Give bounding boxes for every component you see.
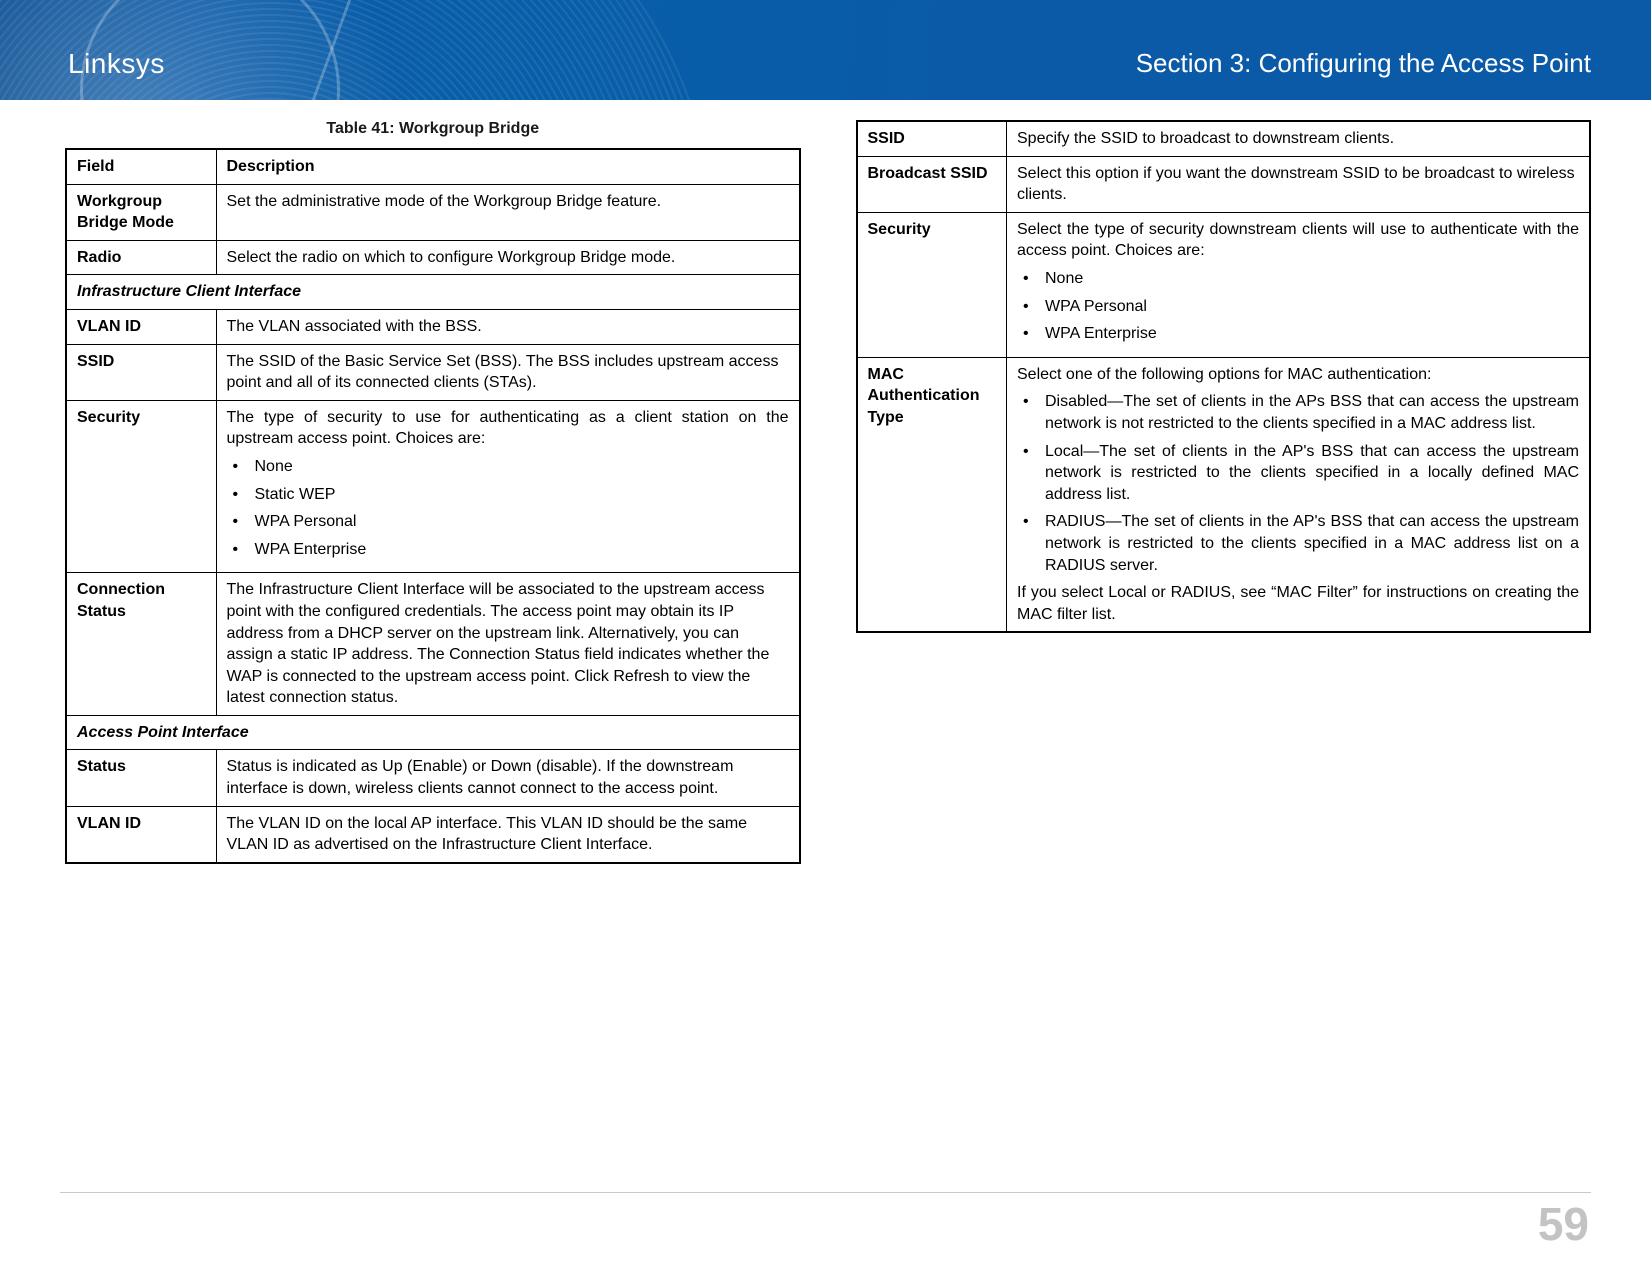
list-item: WPA Personal bbox=[227, 511, 789, 533]
field-cell: Security bbox=[857, 212, 1007, 357]
section-title: Section 3: Configuring the Access Point bbox=[1136, 48, 1591, 79]
list-item: WPA Enterprise bbox=[227, 539, 789, 561]
desc-cell: Specify the SSID to broadcast to downstr… bbox=[1007, 121, 1591, 156]
table-row: Radio Select the radio on which to confi… bbox=[66, 240, 800, 275]
brand-logo-text: Linksys bbox=[68, 48, 165, 80]
desc-intro: Select one of the following options for … bbox=[1017, 364, 1579, 386]
table-caption: Table 41: Workgroup Bridge bbox=[65, 120, 801, 138]
table-row: VLAN ID The VLAN ID on the local AP inte… bbox=[66, 806, 800, 863]
field-cell: Radio bbox=[66, 240, 216, 275]
table-subheader-row: Access Point Interface bbox=[66, 715, 800, 750]
table-row: Security Select the type of security dow… bbox=[857, 212, 1591, 357]
table-subheader-row: Infrastructure Client Interface bbox=[66, 275, 800, 310]
desc-cell: Status is indicated as Up (Enable) or Do… bbox=[216, 750, 800, 806]
desc-bullet-list: None WPA Personal WPA Enterprise bbox=[1017, 268, 1579, 345]
table-row: Status Status is indicated as Up (Enable… bbox=[66, 750, 800, 806]
list-item: Static WEP bbox=[227, 484, 789, 506]
field-cell: Connection Status bbox=[66, 573, 216, 716]
list-item: None bbox=[227, 456, 789, 478]
left-column: Table 41: Workgroup Bridge Field Descrip… bbox=[65, 120, 801, 864]
desc-cell: Select the radio on which to configure W… bbox=[216, 240, 800, 275]
field-cell: SSID bbox=[66, 344, 216, 400]
subheader-text: Infrastructure Client Interface bbox=[77, 283, 301, 300]
table-row: Connection Status The Infrastructure Cli… bbox=[66, 573, 800, 716]
table-workgroup-bridge-right: SSID Specify the SSID to broadcast to do… bbox=[856, 120, 1592, 633]
page-number: 59 bbox=[1538, 1197, 1589, 1251]
list-item: WPA Personal bbox=[1017, 296, 1579, 318]
desc-cell: The Infrastructure Client Interface will… bbox=[216, 573, 800, 716]
field-cell: SSID bbox=[857, 121, 1007, 156]
page-header: Linksys Section 3: Configuring the Acces… bbox=[0, 0, 1651, 100]
table-workgroup-bridge-left: Field Description Workgroup Bridge Mode … bbox=[65, 148, 801, 864]
right-column: SSID Specify the SSID to broadcast to do… bbox=[856, 120, 1592, 864]
table-row: Broadcast SSID Select this option if you… bbox=[857, 156, 1591, 212]
subheader-text: Access Point Interface bbox=[77, 724, 249, 741]
list-item: RADIUS—The set of clients in the AP's BS… bbox=[1017, 511, 1579, 576]
field-cell: Status bbox=[66, 750, 216, 806]
table-row: Workgroup Bridge Mode Set the administra… bbox=[66, 184, 800, 240]
desc-intro: The type of security to use for authenti… bbox=[227, 407, 789, 450]
field-cell: VLAN ID bbox=[66, 806, 216, 863]
col-header-description: Description bbox=[216, 149, 800, 184]
table-row: MAC Authentication Type Select one of th… bbox=[857, 357, 1591, 632]
desc-cell: The type of security to use for authenti… bbox=[216, 400, 800, 573]
table-row: SSID Specify the SSID to broadcast to do… bbox=[857, 121, 1591, 156]
list-item: WPA Enterprise bbox=[1017, 323, 1579, 345]
desc-bullet-list: None Static WEP WPA Personal WPA Enterpr… bbox=[227, 456, 789, 560]
desc-outro: If you select Local or RADIUS, see “MAC … bbox=[1017, 582, 1579, 625]
col-header-field: Field bbox=[66, 149, 216, 184]
list-item: Disabled—The set of clients in the APs B… bbox=[1017, 391, 1579, 434]
desc-cell: The VLAN associated with the BSS. bbox=[216, 309, 800, 344]
list-item: Local—The set of clients in the AP's BSS… bbox=[1017, 441, 1579, 506]
field-cell: Workgroup Bridge Mode bbox=[66, 184, 216, 240]
field-cell: MAC Authentication Type bbox=[857, 357, 1007, 632]
field-cell: VLAN ID bbox=[66, 309, 216, 344]
desc-cell: Set the administrative mode of the Workg… bbox=[216, 184, 800, 240]
list-item: None bbox=[1017, 268, 1579, 290]
desc-cell: Select the type of security downstream c… bbox=[1007, 212, 1591, 357]
desc-cell: The VLAN ID on the local AP interface. T… bbox=[216, 806, 800, 863]
footer-rule bbox=[60, 1192, 1591, 1193]
desc-intro: Select the type of security downstream c… bbox=[1017, 219, 1579, 262]
subheader-cell: Access Point Interface bbox=[66, 715, 800, 750]
desc-cell: The SSID of the Basic Service Set (BSS).… bbox=[216, 344, 800, 400]
desc-cell: Select this option if you want the downs… bbox=[1007, 156, 1591, 212]
desc-bullet-list: Disabled—The set of clients in the APs B… bbox=[1017, 391, 1579, 576]
subheader-cell: Infrastructure Client Interface bbox=[66, 275, 800, 310]
table-row: SSID The SSID of the Basic Service Set (… bbox=[66, 344, 800, 400]
field-cell: Broadcast SSID bbox=[857, 156, 1007, 212]
table-row: Security The type of security to use for… bbox=[66, 400, 800, 573]
table-header-row: Field Description bbox=[66, 149, 800, 184]
field-cell: Security bbox=[66, 400, 216, 573]
desc-cell: Select one of the following options for … bbox=[1007, 357, 1591, 632]
table-row: VLAN ID The VLAN associated with the BSS… bbox=[66, 309, 800, 344]
page-body: Table 41: Workgroup Bridge Field Descrip… bbox=[0, 100, 1651, 864]
